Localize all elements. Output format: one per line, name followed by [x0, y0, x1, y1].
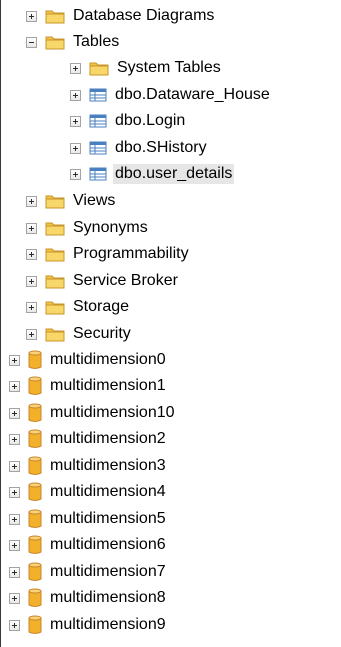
tree-node-service-broker[interactable]: Service Broker: [26, 268, 180, 294]
tree-node-label: multidimension3: [50, 457, 166, 474]
tree-node-database-multidimension2[interactable]: multidimension2: [9, 426, 168, 452]
folder-icon: [45, 275, 65, 289]
tree-node-label: multidimension7: [50, 563, 166, 580]
tree-node-label-selected: dbo.user_details: [113, 164, 235, 184]
table-icon: [89, 141, 107, 155]
tree-node-label: Synonyms: [73, 219, 148, 236]
tree-node-system-tables[interactable]: System Tables: [70, 55, 223, 81]
plus-expander-icon[interactable]: [26, 275, 37, 287]
tree-node-views[interactable]: Views: [26, 188, 117, 214]
tree-node-label: multidimension4: [50, 483, 166, 500]
plus-expander-icon[interactable]: [9, 619, 20, 631]
plus-expander-icon[interactable]: [70, 142, 81, 154]
folder-icon: [45, 248, 65, 262]
plus-expander-icon[interactable]: [70, 89, 81, 101]
tree-node-label: Security: [73, 325, 131, 342]
tree-node-label: Database Diagrams: [73, 7, 215, 24]
tree-node-storage[interactable]: Storage: [26, 294, 131, 320]
tree-node-label: Tables: [73, 33, 120, 50]
plus-expander-icon[interactable]: [9, 513, 20, 525]
tree-node-label: dbo.SHistory: [115, 139, 207, 156]
tree-node-label: multidimension1: [50, 377, 166, 394]
database-icon: [28, 509, 42, 528]
plus-expander-icon[interactable]: [70, 62, 81, 74]
tree-node-label: Programmability: [73, 245, 189, 262]
plus-expander-icon[interactable]: [9, 539, 20, 551]
table-icon: [89, 114, 107, 128]
table-icon: [89, 167, 107, 181]
folder-icon: [45, 222, 65, 236]
object-explorer-panel: Database Diagrams Tables System Tables d…: [0, 0, 341, 647]
tree-node-database-multidimension4[interactable]: multidimension4: [9, 479, 168, 505]
table-icon: [89, 88, 107, 102]
plus-expander-icon[interactable]: [26, 10, 37, 22]
plus-expander-icon[interactable]: [26, 195, 37, 207]
database-icon: [28, 456, 42, 475]
plus-expander-icon[interactable]: [9, 380, 20, 392]
database-icon: [28, 403, 42, 422]
tree-node-database-multidimension10[interactable]: multidimension10: [9, 400, 177, 426]
plus-expander-icon[interactable]: [9, 407, 20, 419]
database-icon: [28, 535, 42, 554]
plus-expander-icon[interactable]: [9, 566, 20, 578]
plus-expander-icon[interactable]: [9, 433, 20, 445]
tree-node-programmability[interactable]: Programmability: [26, 241, 191, 267]
folder-icon: [45, 195, 65, 209]
tree-node-label: dbo.Dataware_House: [115, 86, 270, 103]
folder-icon: [45, 328, 65, 342]
tree-node-label: multidimension5: [50, 510, 166, 527]
tree-node-label: multidimension0: [50, 351, 166, 368]
folder-icon: [89, 62, 109, 76]
tree-node-security[interactable]: Security: [26, 321, 133, 347]
tree-node-table-login[interactable]: dbo.Login: [70, 108, 187, 134]
plus-expander-icon[interactable]: [26, 328, 37, 340]
tree-node-database-multidimension8[interactable]: multidimension8: [9, 585, 168, 611]
folder-icon: [45, 301, 65, 315]
database-icon: [28, 350, 42, 369]
database-icon: [28, 615, 42, 634]
tree-node-database-multidimension3[interactable]: multidimension3: [9, 453, 168, 479]
tree-node-label: multidimension6: [50, 536, 166, 553]
tree-node-label: Storage: [73, 298, 130, 315]
tree-node-database-multidimension0[interactable]: multidimension0: [9, 347, 168, 373]
panel-right-gutter: [333, 0, 341, 647]
object-explorer-tree: Database Diagrams Tables System Tables d…: [0, 0, 341, 647]
tree-node-table-dataware-house[interactable]: dbo.Dataware_House: [70, 82, 272, 108]
database-icon: [28, 562, 42, 581]
folder-icon: [45, 10, 65, 24]
database-icon: [28, 376, 42, 395]
database-icon: [28, 429, 42, 448]
plus-expander-icon[interactable]: [9, 354, 20, 366]
tree-node-label: multidimension10: [50, 404, 175, 421]
tree-node-database-multidimension7[interactable]: multidimension7: [9, 559, 168, 585]
tree-node-synonyms[interactable]: Synonyms: [26, 215, 150, 241]
tree-node-label: System Tables: [117, 59, 221, 76]
plus-expander-icon[interactable]: [26, 222, 37, 234]
plus-expander-icon[interactable]: [9, 486, 20, 498]
tree-node-label: multidimension8: [50, 589, 166, 606]
plus-expander-icon[interactable]: [70, 115, 81, 127]
tree-node-label: Views: [73, 192, 116, 209]
tree-node-table-shistory[interactable]: dbo.SHistory: [70, 135, 209, 161]
tree-node-database-multidimension1[interactable]: multidimension1: [9, 373, 168, 399]
tree-node-label: multidimension2: [50, 430, 166, 447]
tree-node-tables[interactable]: Tables: [26, 29, 121, 55]
tree-node-database-multidimension5[interactable]: multidimension5: [9, 506, 168, 532]
plus-expander-icon[interactable]: [26, 248, 37, 260]
plus-expander-icon[interactable]: [70, 168, 81, 180]
tree-node-label: dbo.Login: [115, 112, 186, 129]
tree-node-database-multidimension6[interactable]: multidimension6: [9, 532, 168, 558]
tree-node-database-diagrams[interactable]: Database Diagrams: [26, 3, 216, 29]
tree-node-table-user-details[interactable]: dbo.user_details: [70, 161, 235, 187]
tree-node-label: multidimension9: [50, 616, 166, 633]
tree-node-label: Service Broker: [73, 272, 178, 289]
plus-expander-icon[interactable]: [26, 301, 37, 313]
minus-expander-icon[interactable]: [26, 36, 37, 48]
database-icon: [28, 482, 42, 501]
tree-node-database-multidimension9[interactable]: multidimension9: [9, 612, 168, 638]
folder-icon: [45, 36, 65, 50]
database-icon: [28, 588, 42, 607]
plus-expander-icon[interactable]: [9, 460, 20, 472]
plus-expander-icon[interactable]: [9, 592, 20, 604]
